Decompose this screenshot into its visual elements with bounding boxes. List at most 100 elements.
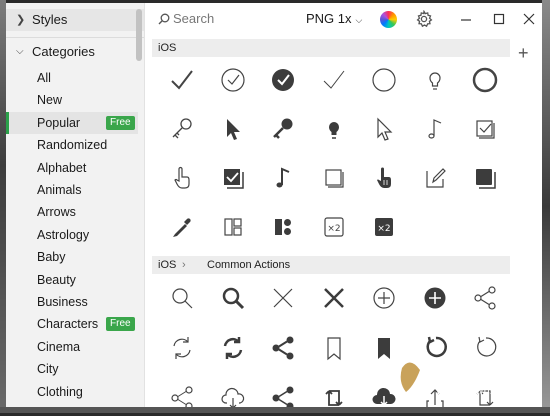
cursor-icon[interactable] [367,112,401,146]
light-bulb-icon[interactable] [418,63,452,97]
close-window-icon[interactable] [520,10,538,28]
sidebar: ❯ Styles ⌵ Categories All New Popular Free R… [6,3,145,407]
key-icon[interactable] [165,112,199,146]
add-circle-filled-icon[interactable] [418,281,452,315]
sidebar-item-all[interactable]: All [6,67,138,89]
free-badge: Free [106,317,135,332]
add-collection-button[interactable]: + [518,43,529,64]
categories-label: Categories [32,44,95,59]
square-stack-filled-icon[interactable] [468,161,502,195]
multiply-2-icon[interactable]: ×2 [317,210,351,244]
section-header-ios: iOS [152,39,510,57]
refresh-icon[interactable] [165,331,199,365]
sidebar-item-arrows[interactable]: Arrows [6,201,138,223]
sidebar-divider [6,37,144,38]
share-bold-icon[interactable] [266,381,300,407]
refresh-bold-icon[interactable] [216,331,250,365]
sidebar-item-label: Arrows [37,205,76,220]
sidebar-item-business[interactable]: Business [6,291,138,313]
sidebar-item-clothing[interactable]: Clothing [6,381,138,403]
sidebar-scrollbar[interactable] [136,9,142,61]
sidebar-item-label: All [37,71,51,85]
sidebar-item-animals[interactable]: Animals [6,179,138,201]
checkbox-filled-stack-icon[interactable] [216,161,250,195]
multiply-2-filled-icon[interactable]: ×2 [367,210,401,244]
sidebar-item-beauty[interactable]: Beauty [6,269,138,291]
music-note-icon[interactable] [418,112,452,146]
layout-filled-icon[interactable] [266,210,300,244]
share-thin-icon[interactable] [165,381,199,407]
watermark-url: www.downxia.com [436,386,529,397]
section-header-common-actions: iOS › Common Actions [152,256,510,274]
sidebar-item-randomized[interactable]: Randomized [6,134,138,156]
sidebar-item-label: Astrology [37,227,90,242]
checkbox-stack-icon[interactable] [468,112,502,146]
format-label: PNG 1x [306,11,352,26]
checkmark-circle-filled-icon[interactable] [266,63,300,97]
chevron-down-icon: ⌵ [355,15,363,25]
gear-icon[interactable] [415,10,433,28]
layout-icon[interactable] [216,210,250,244]
styles-section-toggle[interactable]: ❯ Styles [6,9,144,31]
sidebar-item-label: City [37,362,59,377]
checkmark-circle-icon[interactable] [216,63,250,97]
sync-icon[interactable] [317,381,351,407]
breadcrumb-ios[interactable]: iOS [158,39,176,57]
sidebar-item-label: Randomized [37,138,108,153]
close-icon[interactable] [266,281,300,315]
close-bold-icon[interactable] [317,281,351,315]
music-note-filled-icon[interactable] [266,161,300,195]
breadcrumb-ios[interactable]: iOS [158,256,176,274]
sidebar-item-city[interactable]: City [6,358,138,380]
square-stack-icon[interactable] [317,161,351,195]
search-icon [158,13,170,25]
watermark-logo: 当下软件园 www.downxia.com [380,348,550,413]
watermark-title: 当下软件园 [436,361,516,380]
edit-pencil-icon[interactable] [418,161,452,195]
checkmark-thin-icon[interactable] [317,63,351,97]
sidebar-item-characters[interactable]: Characters Free [6,313,138,335]
styles-label: Styles [32,12,68,27]
maximize-icon[interactable] [490,10,508,28]
color-picker-icon[interactable] [380,11,397,28]
sidebar-item-alphabet[interactable]: Alphabet [6,157,138,179]
circle-thick-icon[interactable] [468,63,502,97]
svg-text:×2: ×2 [377,224,390,234]
sidebar-item-label: Business [37,295,88,309]
sidebar-item-label: Popular [37,115,81,130]
sidebar-item-astrology[interactable]: Astrology [6,224,138,246]
sidebar-item-new[interactable]: New [6,89,138,111]
minimize-icon[interactable] [457,10,475,28]
active-indicator [6,111,9,134]
hand-pointer-filled-icon[interactable] [367,161,401,195]
dropper-icon[interactable] [165,210,199,244]
add-circle-icon[interactable] [367,281,401,315]
chevron-right-icon: ❯ [16,14,26,26]
cloud-download-icon[interactable] [216,381,250,407]
sidebar-item-label: New [37,93,63,108]
search-input[interactable]: Search [158,11,214,26]
free-badge: Free [106,115,135,130]
key-filled-icon[interactable] [266,112,300,146]
share-icon[interactable] [468,281,502,315]
sidebar-item-label: Cinema [37,339,81,354]
sidebar-item-cinema[interactable]: Cinema [6,336,138,358]
cursor-filled-icon[interactable] [216,112,250,146]
search-icon[interactable] [165,281,199,315]
toolbar: Search PNG 1x ⌵ [144,3,542,35]
sidebar-item-label: Clothing [37,384,83,399]
share-filled-icon[interactable] [266,331,300,365]
sidebar-item-baby[interactable]: Baby [6,246,138,268]
sidebar-item-label: Alphabet [37,160,87,175]
light-bulb-filled-icon[interactable] [317,112,351,146]
checkmark-icon[interactable] [165,63,199,97]
breadcrumb-common-actions[interactable]: Common Actions [207,256,290,274]
bookmark-icon[interactable] [317,331,351,365]
sidebar-item-popular[interactable]: Popular Free [6,111,138,134]
search-bold-icon[interactable] [216,281,250,315]
app-window: ❯ Styles ⌵ Categories All New Popular Free R… [6,3,542,407]
circle-icon[interactable] [367,63,401,97]
categories-section-toggle[interactable]: ⌵ Categories [6,41,144,63]
format-select[interactable]: PNG 1x ⌵ [306,11,362,26]
hand-pointer-icon[interactable] [165,161,199,195]
